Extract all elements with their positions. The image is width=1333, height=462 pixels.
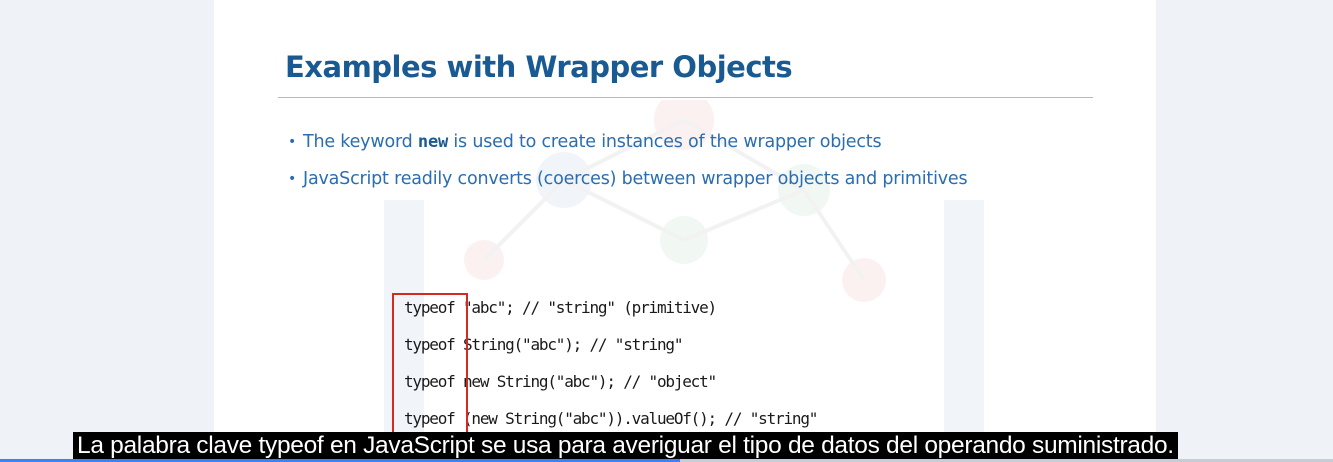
code-expression: (new String("abc")).valueOf(); // "strin…	[463, 409, 818, 428]
typeof-highlight-box	[392, 293, 468, 436]
bullet-keyword: new	[417, 132, 449, 152]
title-divider	[278, 97, 1093, 98]
code-expression: String("abc"); // "string"	[463, 335, 683, 354]
bullet-text-after: is used to create instances of the wrapp…	[448, 132, 882, 152]
bullet-item: • The keyword new is used to create insta…	[288, 128, 967, 165]
code-expression: new String("abc"); // "object"	[463, 372, 717, 391]
code-expression: "abc"; // "string" (primitive)	[463, 298, 717, 317]
slide-title: Examples with Wrapper Objects	[285, 50, 793, 84]
bullet-text: JavaScript readily converts (coerces) be…	[303, 169, 968, 189]
bullet-marker: •	[288, 171, 297, 187]
slide: Examples with Wrapper Objects • The keywo…	[214, 0, 1156, 462]
bullet-list: • The keyword new is used to create insta…	[288, 128, 968, 202]
bullet-item: • JavaScript readily converts (coerces) b…	[288, 165, 968, 202]
bullet-marker: •	[288, 134, 297, 150]
bullet-text-before: The keyword	[303, 132, 418, 152]
subtitle-caption: La palabra clave typeof en JavaScript se…	[73, 432, 1178, 460]
